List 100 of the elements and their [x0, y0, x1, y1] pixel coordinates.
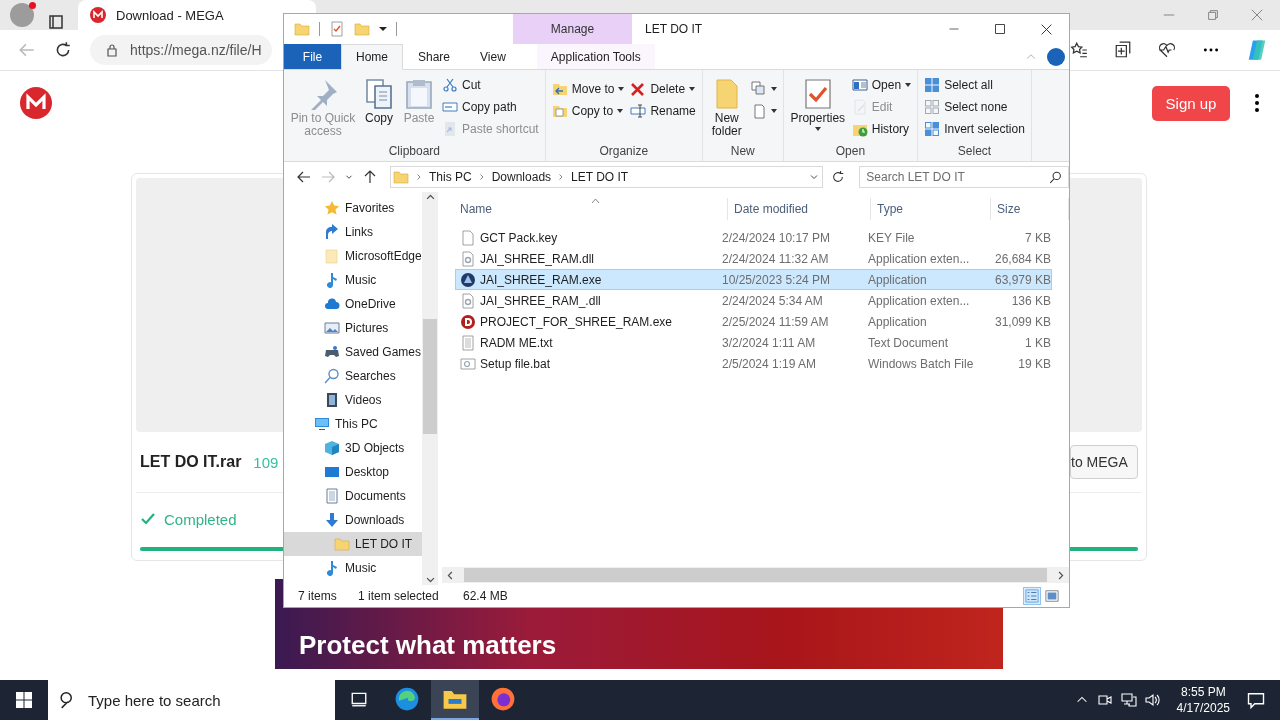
nav-item[interactable]: Videos — [284, 388, 423, 412]
heart-pulse-icon[interactable] — [1158, 41, 1176, 59]
taskbar-app[interactable] — [431, 680, 479, 720]
nav-item[interactable]: Desktop — [284, 460, 423, 484]
profile-avatar[interactable] — [10, 3, 34, 27]
ribbon-button[interactable]: Select none — [924, 98, 1025, 116]
ribbon-button[interactable]: Delete — [630, 80, 696, 98]
camera-icon[interactable] — [1096, 692, 1113, 708]
ribbon-button[interactable]: Rename — [630, 102, 696, 120]
network-icon[interactable] — [1120, 692, 1137, 708]
browser-tab[interactable]: Download - MEGA — [78, 0, 316, 30]
file-row[interactable]: JAI_SHREE_RAM_.dll 2/24/2024 5:34 AM Application exten... 136 KB — [455, 290, 1052, 311]
refresh-icon[interactable] — [54, 41, 72, 59]
notification-icon[interactable] — [1246, 690, 1266, 710]
file-name: GCT Pack.key — [480, 230, 558, 245]
ribbon-button[interactable]: History — [851, 120, 912, 138]
folder-icon — [393, 169, 409, 185]
file-row[interactable]: PROJECT_FOR_SHREE_RAM.exe 2/25/2024 11:59 AM Application 31,099 KB — [455, 311, 1052, 332]
ribbon-button[interactable]: Copy — [362, 74, 396, 143]
nav-item[interactable]: Saved Games — [284, 340, 423, 364]
nav-item[interactable]: Downloads — [284, 508, 423, 532]
type-cell-text: Application exten... — [867, 293, 971, 308]
up-arrow-icon[interactable] — [362, 169, 378, 185]
file-row[interactable]: Setup file.bat 2/5/2024 1:19 AM Windows Batch File 19 KB — [455, 353, 1052, 374]
nav-item[interactable]: Pictures — [284, 316, 423, 340]
ribbon-tab[interactable]: View — [465, 44, 521, 69]
view-button[interactable] — [1043, 587, 1061, 605]
scrollbar[interactable] — [422, 192, 438, 585]
search-field[interactable]: Search LET DO IT — [859, 166, 1069, 188]
music-note-icon — [324, 560, 340, 576]
selection-size: 62.4 MB — [463, 589, 508, 603]
column-header[interactable]: Name — [454, 198, 728, 220]
volume-icon[interactable] — [1144, 692, 1161, 708]
nav-item[interactable]: This PC — [284, 412, 423, 436]
breadcrumb[interactable]: LET DO IT — [571, 170, 629, 184]
type-cell-text: KEY File — [867, 230, 916, 245]
ribbon-tab[interactable]: File — [284, 44, 341, 69]
file-name: JAI_SHREE_RAM_.dll — [480, 293, 601, 308]
nav-item[interactable]: 3D Objects — [284, 436, 423, 460]
nav-item[interactable]: OneDrive — [284, 292, 423, 316]
ribbon-button[interactable] — [750, 80, 777, 98]
document-check-icon[interactable] — [329, 21, 345, 37]
address-bar[interactable]: https://mega.nz/file/H — [90, 35, 272, 65]
ribbon-button[interactable]: Copy path — [442, 98, 539, 116]
ribbon-button[interactable]: Select all — [924, 76, 1025, 94]
copilot-icon[interactable] — [1246, 39, 1268, 61]
search-icon — [1049, 170, 1062, 184]
menu-icon[interactable] — [1254, 93, 1260, 113]
nav-item[interactable]: Favorites — [284, 196, 423, 220]
refresh-icon[interactable] — [831, 170, 846, 184]
type-cell-text: Application — [867, 314, 928, 329]
favorites-icon[interactable] — [1070, 41, 1088, 59]
back-icon[interactable] — [296, 169, 312, 185]
close-icon — [1039, 22, 1053, 36]
sign-up-button[interactable]: Sign up — [1152, 85, 1230, 121]
save-button[interactable]: to MEGA — [1070, 445, 1138, 479]
file-row[interactable]: JAI_SHREE_RAM.exe 10/25/2023 5:24 PM Application 63,979 KB — [455, 269, 1052, 290]
nav-item[interactable]: Music — [284, 268, 423, 292]
close-icon[interactable] — [1250, 8, 1264, 22]
restore-icon[interactable] — [1206, 8, 1220, 22]
clock[interactable]: 8:55 PM 4/17/2025 — [1168, 684, 1238, 716]
scrollbar[interactable] — [442, 567, 1069, 583]
nav-item[interactable]: MicrosoftEdge — [284, 244, 423, 268]
ribbon-button[interactable]: Move to — [551, 80, 625, 98]
group-label: Select — [956, 143, 993, 160]
select-all-icon — [924, 77, 941, 93]
breadcrumb[interactable]: Downloads — [491, 170, 552, 184]
nav-item[interactable]: Music — [284, 556, 423, 580]
file-row[interactable]: JAI_SHREE_RAM.dll 2/24/2024 11:32 AM Application exten... 26,684 KB — [455, 248, 1052, 269]
ribbon-tab[interactable]: Home — [341, 44, 403, 70]
column-header[interactable]: Type — [871, 198, 991, 220]
taskbar-search[interactable]: Type here to search — [48, 680, 335, 720]
nav-item[interactable]: Documents — [284, 484, 423, 508]
breadcrumb[interactable]: This PC — [429, 170, 472, 184]
ribbon-button[interactable]: Open — [851, 76, 912, 94]
ribbon-button[interactable]: Cut — [442, 76, 539, 94]
ribbon-button[interactable]: Copy to — [551, 102, 625, 120]
caret-icon[interactable] — [379, 27, 387, 31]
select-none-icon — [924, 99, 941, 115]
tab-actions-icon[interactable] — [48, 14, 64, 30]
logo-icon[interactable] — [20, 87, 52, 119]
view-button[interactable] — [1023, 587, 1041, 605]
column-header[interactable]: Size — [991, 198, 1069, 220]
ribbon-button[interactable]: Properties — [789, 74, 846, 143]
collections-icon[interactable] — [1114, 41, 1132, 59]
address-bar[interactable]: This PC Downloads LET DO IT — [390, 166, 824, 188]
column-header[interactable]: Date modified — [728, 198, 871, 220]
nav-item[interactable]: Searches — [284, 364, 423, 388]
file-row[interactable]: RADM ME.txt 3/2/2024 1:11 AM Text Document 1 KB — [455, 332, 1052, 353]
ribbon-tab[interactable]: Share — [403, 44, 466, 69]
download-arrow-icon — [324, 512, 340, 528]
size-cell-text: 63,979 KB — [993, 272, 1052, 287]
nav-item[interactable]: LET DO IT — [284, 532, 423, 556]
ribbon-button[interactable]: New folder — [708, 74, 745, 143]
nav-item[interactable]: Links — [284, 220, 423, 244]
group-label: Clipboard — [387, 143, 442, 160]
ribbon-tab[interactable]: Application Tools — [536, 44, 655, 69]
file-icon — [460, 229, 476, 246]
file-row[interactable]: GCT Pack.key 2/24/2024 10:17 PM KEY File 7 KB — [455, 227, 1052, 248]
ribbon-button[interactable]: Invert selection — [924, 120, 1025, 138]
